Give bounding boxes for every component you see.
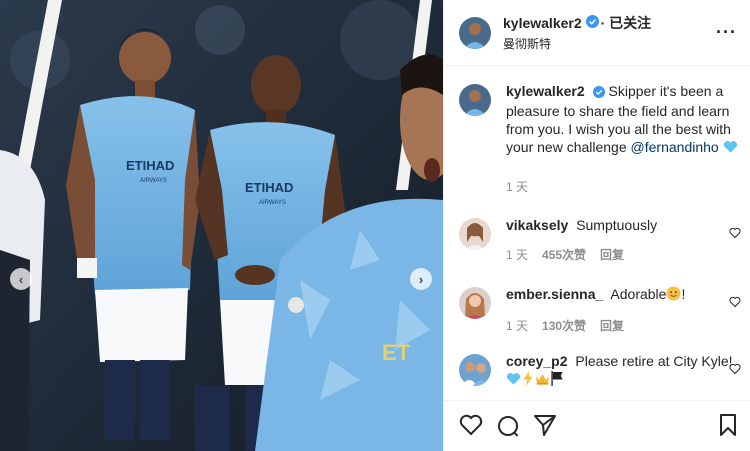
post-side-panel: kylewalker2 · 已关注 曼彻斯特 ··· kylewalker2 S… — [443, 0, 750, 451]
blue-heart-emoji-icon — [723, 140, 738, 158]
post-photo: ETIHAD AIRWAYS ETIHAD AIRWAYS ET — [0, 0, 443, 451]
more-options-icon[interactable]: ··· — [716, 22, 737, 43]
comment-text-suffix: ! — [681, 286, 686, 302]
post-media[interactable]: ETIHAD AIRWAYS ETIHAD AIRWAYS ET ‹ › — [0, 0, 443, 451]
comment-text: Adorable — [610, 286, 667, 302]
carousel-prev-button[interactable]: ‹ — [10, 268, 32, 290]
comment-like-heart-icon[interactable] — [729, 362, 741, 380]
comment-item: ember.sienna_ Adorable! 1 天 130次赞 回复 — [459, 285, 741, 335]
carousel-next-button[interactable]: › — [410, 268, 432, 290]
shirt-sponsor-mid: ETIHAD — [245, 180, 293, 195]
blue-heart-emoji-icon — [506, 372, 521, 390]
comment-item: vikaksely Sumptuously 1 天 455次赞 回复 — [459, 216, 741, 264]
comment-username[interactable]: corey_p2 — [506, 353, 567, 369]
comment-reply-button[interactable]: 回复 — [600, 246, 624, 264]
comment-item: corey_p2 Please retire at City Kyle! — [459, 352, 741, 390]
comment-username[interactable]: ember.sienna_ — [506, 286, 603, 302]
avatar[interactable] — [459, 354, 491, 386]
post-location[interactable]: 曼彻斯特 — [503, 35, 651, 52]
comment-text: Please retire at City Kyle! — [575, 353, 733, 369]
black-flag-emoji-icon — [550, 371, 564, 390]
verified-badge-icon — [585, 15, 599, 31]
avatar[interactable] — [459, 84, 491, 116]
svg-text:ET: ET — [382, 340, 411, 365]
caption: kylewalker2 Skipper it's been a pleasure… — [459, 82, 741, 196]
comments-list: kylewalker2 Skipper it's been a pleasure… — [444, 67, 750, 400]
comment-text: Sumptuously — [576, 217, 658, 233]
lightning-emoji-icon — [521, 371, 535, 390]
shirt-sponsor-left: ETIHAD — [126, 158, 174, 173]
avatar[interactable] — [459, 16, 491, 49]
comment-time: 1 天 — [506, 319, 529, 333]
like-heart-icon[interactable] — [459, 414, 483, 441]
comment-likes[interactable]: 130次赞 — [542, 317, 586, 335]
comment-like-heart-icon[interactable] — [729, 226, 741, 244]
comment-username[interactable]: vikaksely — [506, 217, 568, 233]
avatar[interactable] — [459, 287, 491, 319]
smiling-face-emoji-icon — [666, 286, 681, 305]
comment-like-heart-icon[interactable] — [729, 295, 741, 313]
comment-bubble-icon[interactable] — [496, 414, 520, 443]
save-bookmark-icon[interactable] — [719, 414, 737, 441]
share-send-icon[interactable] — [533, 414, 557, 441]
post-actions-bar — [444, 400, 750, 451]
verified-badge-icon — [592, 84, 605, 102]
comment-likes[interactable]: 455次赞 — [542, 246, 586, 264]
post-author-username[interactable]: kylewalker2 — [503, 15, 582, 31]
caption-time: 1 天 — [506, 180, 529, 194]
svg-text:AIRWAYS: AIRWAYS — [259, 200, 286, 206]
comment-time: 1 天 — [506, 248, 529, 262]
caption-username[interactable]: kylewalker2 — [506, 83, 585, 99]
crown-emoji-icon — [535, 372, 550, 390]
comment-reply-button[interactable]: 回复 — [600, 317, 624, 335]
follow-status-button[interactable]: · 已关注 — [601, 13, 652, 33]
post-header: kylewalker2 · 已关注 曼彻斯特 ··· — [444, 0, 750, 66]
svg-text:AIRWAYS: AIRWAYS — [140, 178, 167, 184]
caption-mention-link[interactable]: @fernandinho — [631, 139, 719, 155]
avatar[interactable] — [459, 218, 491, 250]
